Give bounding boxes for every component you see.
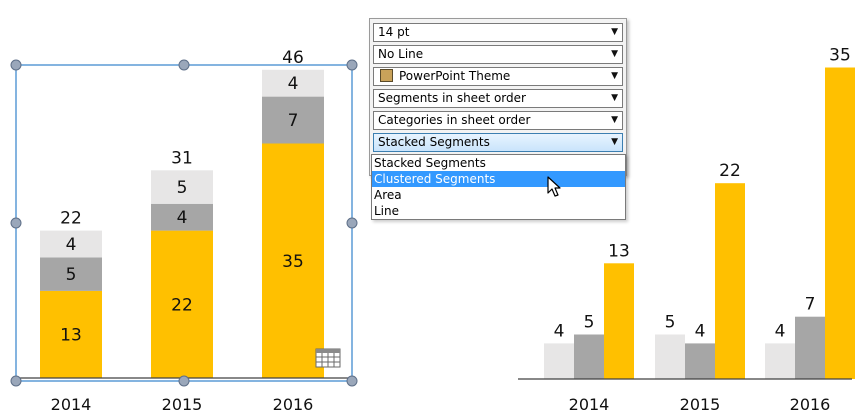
color-theme-dropdown[interactable]: PowerPoint Theme ▼ bbox=[373, 67, 623, 86]
segment-label: 4 bbox=[66, 235, 77, 255]
option-clustered-segments[interactable]: Clustered Segments bbox=[372, 171, 625, 187]
bar[interactable] bbox=[825, 67, 855, 380]
x-tick-label: 2016 bbox=[790, 395, 831, 414]
bar[interactable] bbox=[795, 316, 825, 379]
data-sheet-icon[interactable] bbox=[315, 348, 341, 368]
x-tick-label: 2015 bbox=[162, 395, 203, 414]
line-style-dropdown[interactable]: No Line ▼ bbox=[373, 45, 623, 64]
dropdown-arrow-icon: ▼ bbox=[611, 27, 618, 37]
resize-handle[interactable] bbox=[10, 375, 22, 387]
resize-handle[interactable] bbox=[178, 59, 190, 71]
option-area[interactable]: Area bbox=[372, 187, 625, 203]
bar[interactable] bbox=[685, 343, 715, 379]
chart-type-options-list: Stacked Segments Clustered Segments Area… bbox=[371, 154, 626, 220]
option-line[interactable]: Line bbox=[372, 203, 625, 219]
resize-handle[interactable] bbox=[10, 217, 22, 229]
theme-swatch-icon bbox=[380, 69, 393, 82]
resize-handle[interactable] bbox=[346, 217, 358, 229]
resize-handle[interactable] bbox=[10, 59, 22, 71]
dropdown-arrow-icon: ▼ bbox=[611, 71, 618, 81]
x-tick-label: 2016 bbox=[273, 395, 314, 414]
data-label: 4 bbox=[775, 321, 786, 341]
segment-label: 4 bbox=[288, 74, 299, 94]
segment-label: 13 bbox=[60, 325, 82, 345]
segment-label: 7 bbox=[288, 111, 299, 131]
mouse-pointer-icon bbox=[547, 176, 561, 197]
segment-order-dropdown[interactable]: Segments in sheet order ▼ bbox=[373, 89, 623, 108]
bar[interactable] bbox=[655, 334, 685, 380]
category-order-value: Categories in sheet order bbox=[378, 113, 531, 127]
chart-type-value: Stacked Segments bbox=[378, 135, 490, 149]
stacked-bar-chart[interactable]: 135422201422453120153574462016 bbox=[15, 48, 352, 414]
data-label: 7 bbox=[805, 295, 816, 315]
option-stacked-segments[interactable]: Stacked Segments bbox=[372, 155, 625, 171]
segment-label: 22 bbox=[171, 295, 193, 315]
segment-label: 5 bbox=[177, 178, 188, 198]
category-order-dropdown[interactable]: Categories in sheet order ▼ bbox=[373, 111, 623, 130]
segment-order-value: Segments in sheet order bbox=[378, 91, 526, 105]
bar[interactable] bbox=[715, 183, 745, 379]
resize-handle[interactable] bbox=[178, 375, 190, 387]
data-label: 4 bbox=[695, 321, 706, 341]
data-label: 5 bbox=[665, 313, 676, 333]
chart-type-dropdown[interactable]: Stacked Segments ▼ bbox=[373, 133, 623, 152]
data-label: 4 bbox=[554, 321, 565, 341]
font-size-value: 14 pt bbox=[378, 25, 410, 39]
data-label: 35 bbox=[829, 46, 851, 66]
data-label: 22 bbox=[719, 161, 741, 181]
resize-handle[interactable] bbox=[346, 375, 358, 387]
dropdown-arrow-icon: ▼ bbox=[611, 49, 618, 59]
color-theme-value: PowerPoint Theme bbox=[399, 69, 511, 83]
bar[interactable] bbox=[765, 343, 795, 379]
resize-handle[interactable] bbox=[346, 59, 358, 71]
font-size-dropdown[interactable]: 14 pt ▼ bbox=[373, 23, 623, 42]
x-tick-label: 2014 bbox=[51, 395, 92, 414]
x-tick-label: 2014 bbox=[569, 395, 610, 414]
segment-label: 4 bbox=[177, 208, 188, 228]
bar[interactable] bbox=[544, 343, 574, 379]
bar[interactable] bbox=[574, 334, 604, 380]
segment-label: 35 bbox=[282, 252, 304, 272]
x-tick-label: 2015 bbox=[680, 395, 721, 414]
data-label: 13 bbox=[608, 241, 630, 261]
bar[interactable] bbox=[604, 263, 634, 379]
total-label: 22 bbox=[60, 209, 82, 229]
segment-label: 5 bbox=[66, 265, 77, 285]
line-style-value: No Line bbox=[378, 47, 424, 61]
total-label: 31 bbox=[171, 148, 193, 168]
dropdown-arrow-icon: ▼ bbox=[611, 115, 618, 125]
chart-properties-panel: 14 pt ▼ No Line ▼ PowerPoint Theme ▼ Seg… bbox=[369, 18, 627, 176]
data-label: 5 bbox=[584, 313, 595, 333]
dropdown-arrow-icon: ▼ bbox=[611, 137, 618, 147]
dropdown-arrow-icon: ▼ bbox=[611, 93, 618, 103]
